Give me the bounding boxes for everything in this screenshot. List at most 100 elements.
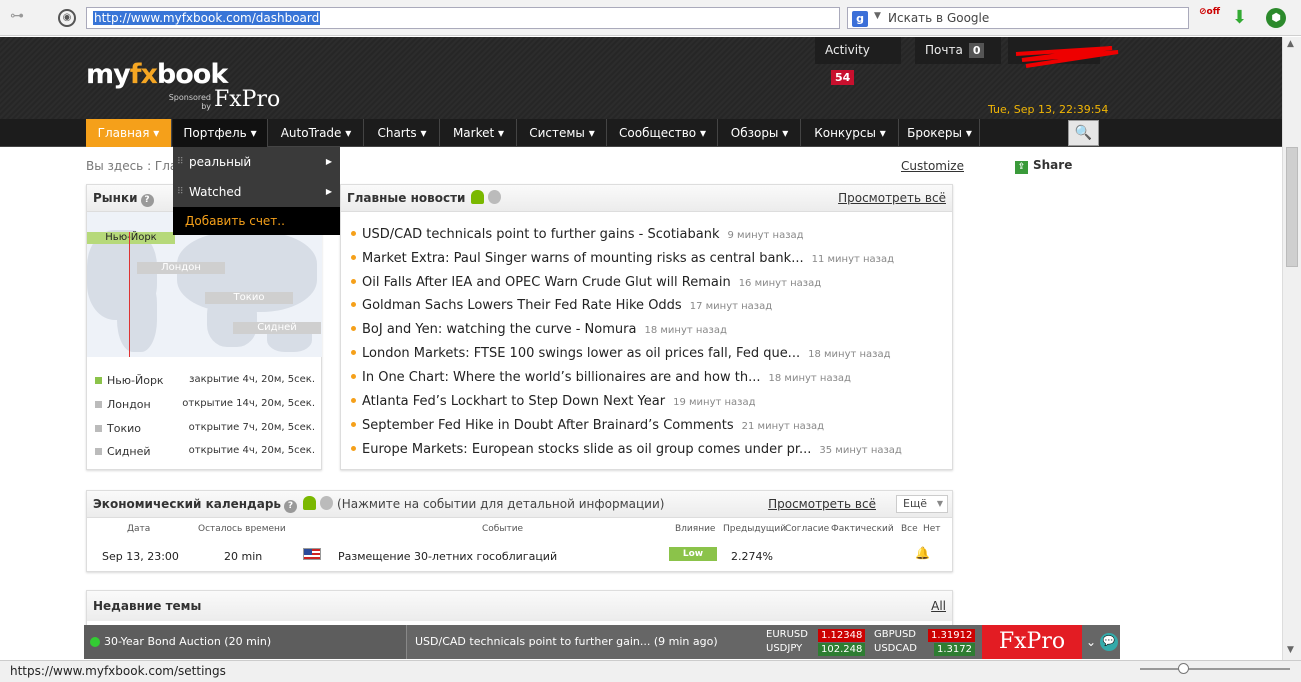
news-item[interactable]: Atlanta Fed’s Lockhart to Step Down Next… [351,394,756,409]
pair-value: 1.12348 [818,629,866,642]
map-city-newyork: Нью-Йорк [87,232,175,244]
calendar-previous: 2.274% [731,550,773,563]
mail-button[interactable]: Почта 0 [915,37,1001,64]
nav-home[interactable]: Главная ▾ [86,119,172,147]
pair-name: USDCAD [874,643,917,654]
zoom-slider[interactable] [1140,663,1290,674]
status-bar: https://www.myfxbook.com/settings [0,660,1301,682]
news-view-all-link[interactable]: Просмотреть всё [838,185,946,212]
scroll-down-icon[interactable]: ▼ [1287,645,1294,655]
news-item[interactable]: Europe Markets: European stocks slide as… [351,442,902,457]
nav-reviews[interactable]: Обзоры ▾ [719,119,801,147]
zoom-knob[interactable] [1178,663,1189,674]
col-consensus: Согласие [785,524,830,534]
globe-icon[interactable]: ◉ [58,9,76,27]
recent-topics-panel: Недавние темы All [86,590,953,630]
google-search-input[interactable]: g ▼ Искать в Google [847,7,1189,29]
fxpro-ad[interactable]: FxPro [982,625,1082,659]
bell-icon[interactable]: 🔔 [915,546,930,560]
live-dot-icon [90,637,100,647]
current-time-line [129,232,130,357]
news-item[interactable]: Oil Falls After IEA and OPEC Warn Crude … [351,275,821,290]
customize-link[interactable]: Customize [901,159,964,173]
chevron-right-icon: ▶ [325,187,332,196]
news-item[interactable]: USD/CAD technicals point to further gain… [351,227,804,242]
scroll-up-icon[interactable]: ▲ [1287,39,1294,49]
browser-toolbar: ⊶ ◉ http://www.myfxbook.com/dashboard g … [0,0,1301,36]
col-actual: Фактический [831,524,894,534]
news-item[interactable]: BoJ and Yen: watching the curve - Nomura… [351,322,727,337]
site-header: myfxbook Sponsored by FxPro Activity54 П… [0,37,1282,119]
search-icon[interactable]: 🔍 [1068,120,1099,146]
ticker-news[interactable]: USD/CAD technicals point to further gain… [406,625,759,659]
adblock-off-icon[interactable]: ⊘off [1199,7,1225,31]
server-datetime: Tue, Sep 13, 22:39:54 [988,103,1109,116]
share-icon: ⇪ [1015,161,1028,174]
vertical-scrollbar[interactable]: ▲ ▼ [1282,37,1301,660]
menu-item-add-account[interactable]: Добавить счет.. [173,207,340,235]
calendar-view-all-link[interactable]: Просмотреть всё [768,491,876,518]
help-icon[interactable]: ? [284,500,298,513]
market-row: Сидней открытие 4ч, 20м, 5сек. [95,445,315,461]
url-text: http://www.myfxbook.com/dashboard [93,11,321,25]
news-item[interactable]: London Markets: FTSE 100 swings lower as… [351,346,891,361]
android-icon[interactable] [303,496,317,510]
calendar-date: Sep 13, 23:00 [102,550,179,563]
address-bar[interactable]: http://www.myfxbook.com/dashboard [86,7,840,29]
download-arrow-icon[interactable]: ⬇ [1232,7,1252,29]
news-item[interactable]: Goldman Sachs Lowers Their Fed Rate Hike… [351,298,772,313]
economic-calendar-panel: Экономический календарь? (Нажмите на собы… [86,490,953,572]
nav-community[interactable]: Сообщество ▾ [608,119,718,147]
key-icon[interactable]: ⊶ [10,8,42,26]
pair-value: 1.3172 [934,643,975,656]
news-item[interactable]: Market Extra: Paul Singer warns of mount… [351,251,894,266]
pair-name: GBPUSD [874,629,917,640]
apple-icon[interactable] [488,190,502,204]
chevron-down-icon[interactable]: ▼ [874,11,881,21]
android-icon[interactable] [471,190,485,204]
calendar-event[interactable]: Размещение 30-летних гособлигаций [338,550,557,563]
scroll-thumb[interactable] [1286,147,1298,267]
fxpro-logo[interactable]: FxPro [214,87,280,112]
more-dropdown[interactable]: Ещё ▼ [896,495,948,513]
help-icon[interactable]: ? [140,194,154,207]
nav-systems[interactable]: Системы ▾ [518,119,607,147]
share-button[interactable]: ⇪ Share [1015,158,1072,174]
news-item[interactable]: September Fed Hike in Doubt After Braina… [351,418,824,433]
portfolio-dropdown: ⠿ реальный ▶ ⠿ Watched ▶ Добавить счет.. [173,147,340,235]
col-event: Событие [482,524,524,534]
apple-icon[interactable] [320,496,334,510]
ticker-event[interactable]: 30-Year Bond Auction (20 min) [84,625,406,659]
pair-name: USDJPY [766,643,803,654]
calendar-remaining: 20 min [224,550,263,563]
main-nav: Главная ▾ Портфель ▾ AutoTrade ▾ Charts … [0,119,1282,147]
chat-icon[interactable]: 💬 [1100,633,1118,651]
news-item[interactable]: In One Chart: Where the world’s billiona… [351,370,851,385]
menu-item-watched[interactable]: ⠿ Watched ▶ [173,177,340,207]
nav-market[interactable]: Market ▾ [441,119,517,147]
col-remaining: Осталось времени [198,524,286,534]
nav-autotrade[interactable]: AutoTrade ▾ [269,119,364,147]
nav-contests[interactable]: Конкурсы ▾ [802,119,899,147]
col-all[interactable]: Все [901,524,918,534]
grip-icon: ⠿ [177,157,184,167]
activity-button[interactable]: Activity54 [815,37,901,85]
nav-charts[interactable]: Charts ▾ [365,119,440,147]
nav-portfolio[interactable]: Портфель ▾ [173,119,268,147]
pair-value: 102.248 [818,643,866,656]
col-impact: Влияние [675,524,716,534]
breadcrumb: Вы здесь : Глав [86,159,185,173]
extension-icon[interactable]: ⬢ [1266,8,1286,28]
chevron-down-icon[interactable]: ⌄ [1084,625,1098,659]
news-header: Главные новости Просмотреть всё [341,185,952,212]
google-icon: g [852,11,868,27]
status-url: https://www.myfxbook.com/settings [10,664,226,678]
topics-header: Недавние темы All [87,591,952,621]
menu-item-real[interactable]: ⠿ реальный ▶ [173,147,340,177]
myfxbook-logo[interactable]: myfxbook [86,59,228,90]
topics-all-link[interactable]: All [931,591,946,621]
nav-brokers[interactable]: Брокеры ▾ [900,119,980,147]
map-city-london: Лондон [137,262,225,274]
col-none[interactable]: Нет [923,524,941,534]
pair-value: 1.31912 [928,629,976,642]
